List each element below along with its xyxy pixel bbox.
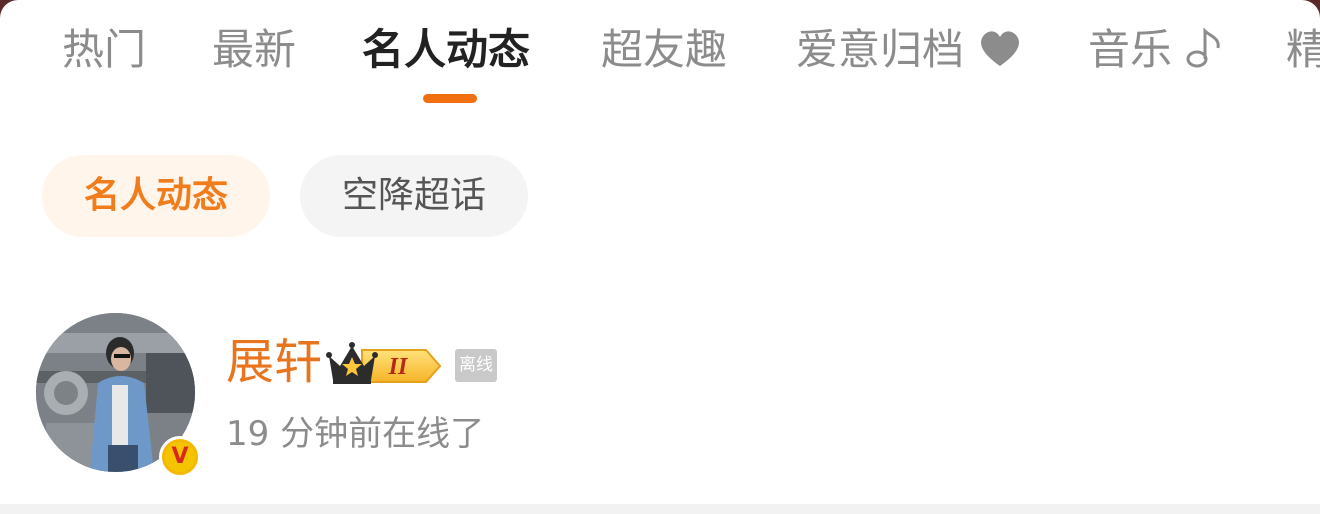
- chip-celebrity-news[interactable]: 名人动态: [42, 155, 270, 237]
- crown-level-badge: II: [326, 340, 444, 388]
- heart-icon: [964, 29, 1024, 73]
- tab-latest[interactable]: 最新: [212, 22, 296, 78]
- section-divider: [0, 504, 1320, 514]
- chip-airdrop-topic[interactable]: 空降超话: [300, 155, 528, 237]
- music-note-icon: [1172, 27, 1224, 73]
- user-name[interactable]: 展轩: [226, 332, 322, 392]
- tab-featured[interactable]: 精: [1286, 22, 1320, 78]
- tab-super-fun[interactable]: 超友趣: [601, 22, 727, 78]
- tab-hot[interactable]: 热门: [62, 22, 146, 78]
- tab-love-archive[interactable]: 爱意归档: [796, 22, 1024, 78]
- active-tab-indicator: [423, 94, 477, 103]
- top-tab-bar: 热门 最新 名人动态 超友趣 爱意归档 音乐 精: [0, 0, 1320, 110]
- level-badge-text: II: [388, 354, 409, 380]
- tab-music[interactable]: 音乐: [1088, 22, 1224, 78]
- tab-celebrity-news[interactable]: 名人动态: [362, 22, 530, 78]
- last-online-text: 19 分钟前在线了: [226, 414, 485, 454]
- verified-badge-icon: V: [159, 436, 201, 478]
- status-badge: 离线: [455, 349, 497, 382]
- content-panel: 热门 最新 名人动态 超友趣 爱意归档 音乐 精 名人动态 空降超话 V 展轩 …: [0, 0, 1320, 514]
